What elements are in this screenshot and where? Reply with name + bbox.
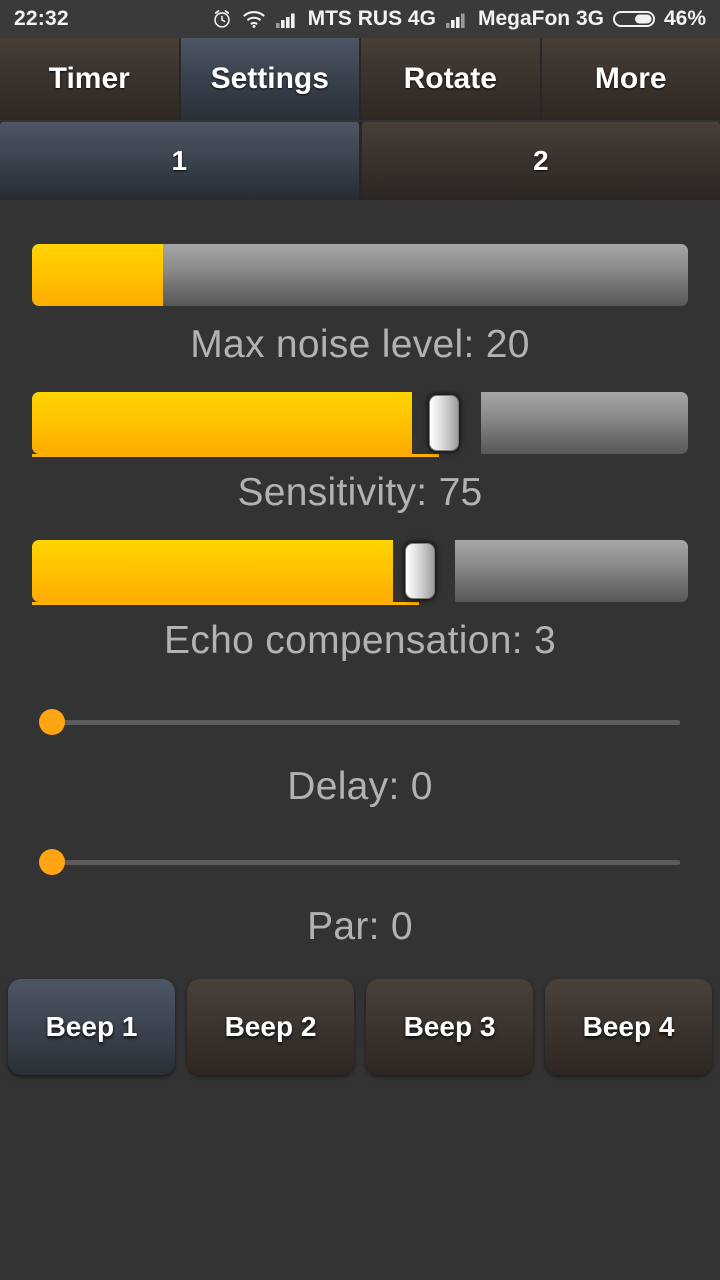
- signal-bars-icon-secondary: [445, 9, 469, 29]
- slider-block-par: Par: 0: [0, 809, 720, 949]
- carrier-name-primary: MTS RUS 4G: [307, 7, 436, 30]
- slider-label-sensitivity: Sensitivity: 75: [237, 471, 483, 514]
- app-screen: 22:32 MTS RUS 4G MegaFon 3G 46% Timer Se…: [0, 0, 720, 1280]
- slider-max-noise-level[interactable]: [32, 244, 688, 306]
- slider-fill: [32, 392, 413, 454]
- slider-sensitivity[interactable]: [32, 392, 688, 457]
- wifi-icon: [242, 9, 266, 29]
- preset-tab-bar: 1 2: [0, 122, 720, 200]
- subtab-preset-1[interactable]: 1: [0, 122, 359, 200]
- beep-3-button[interactable]: Beep 3: [366, 979, 533, 1075]
- slider-label-max-noise-level: Max noise level: 20: [190, 323, 530, 366]
- main-tab-bar: Timer Settings Rotate More: [0, 38, 720, 120]
- slider-thumb[interactable]: [404, 543, 435, 599]
- slider-track: [32, 392, 688, 454]
- status-icons: MTS RUS 4G MegaFon 3G 46%: [211, 7, 706, 31]
- slider-block-echo-compensation: Echo compensation: 3: [0, 515, 720, 663]
- beep-1-button[interactable]: Beep 1: [8, 979, 175, 1075]
- settings-content: Max noise level: 20 Sensitivity: 75 Echo…: [0, 200, 720, 1280]
- tab-more[interactable]: More: [541, 38, 720, 120]
- status-bar: 22:32 MTS RUS 4G MegaFon 3G 46%: [0, 0, 720, 38]
- slider-fill: [32, 540, 393, 602]
- slider-fill: [32, 244, 164, 306]
- battery-percent: 46%: [663, 7, 706, 30]
- slider-underline: [32, 602, 420, 605]
- beep-4-button[interactable]: Beep 4: [545, 979, 712, 1075]
- slider-track: [32, 540, 688, 602]
- tab-settings[interactable]: Settings: [180, 38, 359, 120]
- carrier-name-secondary: MegaFon 3G: [477, 7, 604, 30]
- beep-button-row: Beep 1 Beep 2 Beep 3 Beep 4: [0, 979, 720, 1075]
- slider-thumb[interactable]: [39, 709, 65, 735]
- slider-track: [32, 244, 688, 306]
- status-clock: 22:32: [14, 7, 69, 30]
- slider-track: [44, 859, 680, 865]
- tab-timer[interactable]: Timer: [0, 38, 179, 120]
- battery-icon: [612, 8, 655, 30]
- signal-bars-icon: [275, 9, 299, 29]
- slider-block-max-noise-level: Max noise level: 20: [0, 200, 720, 367]
- slider-label-echo-compensation: Echo compensation: 3: [164, 619, 556, 662]
- slider-par[interactable]: [20, 845, 700, 879]
- tab-rotate[interactable]: Rotate: [361, 38, 540, 120]
- slider-echo-compensation[interactable]: [32, 540, 688, 605]
- beep-2-button[interactable]: Beep 2: [187, 979, 354, 1075]
- subtab-preset-2[interactable]: 2: [361, 122, 720, 200]
- alarm-clock-icon: [211, 8, 233, 30]
- slider-delay[interactable]: [20, 705, 700, 739]
- slider-block-delay: Delay: 0: [0, 663, 720, 809]
- slider-block-sensitivity: Sensitivity: 75: [0, 367, 720, 515]
- slider-underline: [32, 454, 439, 457]
- slider-track: [44, 719, 680, 725]
- slider-label-par: Par: 0: [307, 905, 413, 948]
- slider-label-delay: Delay: 0: [287, 765, 433, 808]
- slider-thumb[interactable]: [428, 395, 459, 451]
- slider-thumb[interactable]: [39, 849, 65, 875]
